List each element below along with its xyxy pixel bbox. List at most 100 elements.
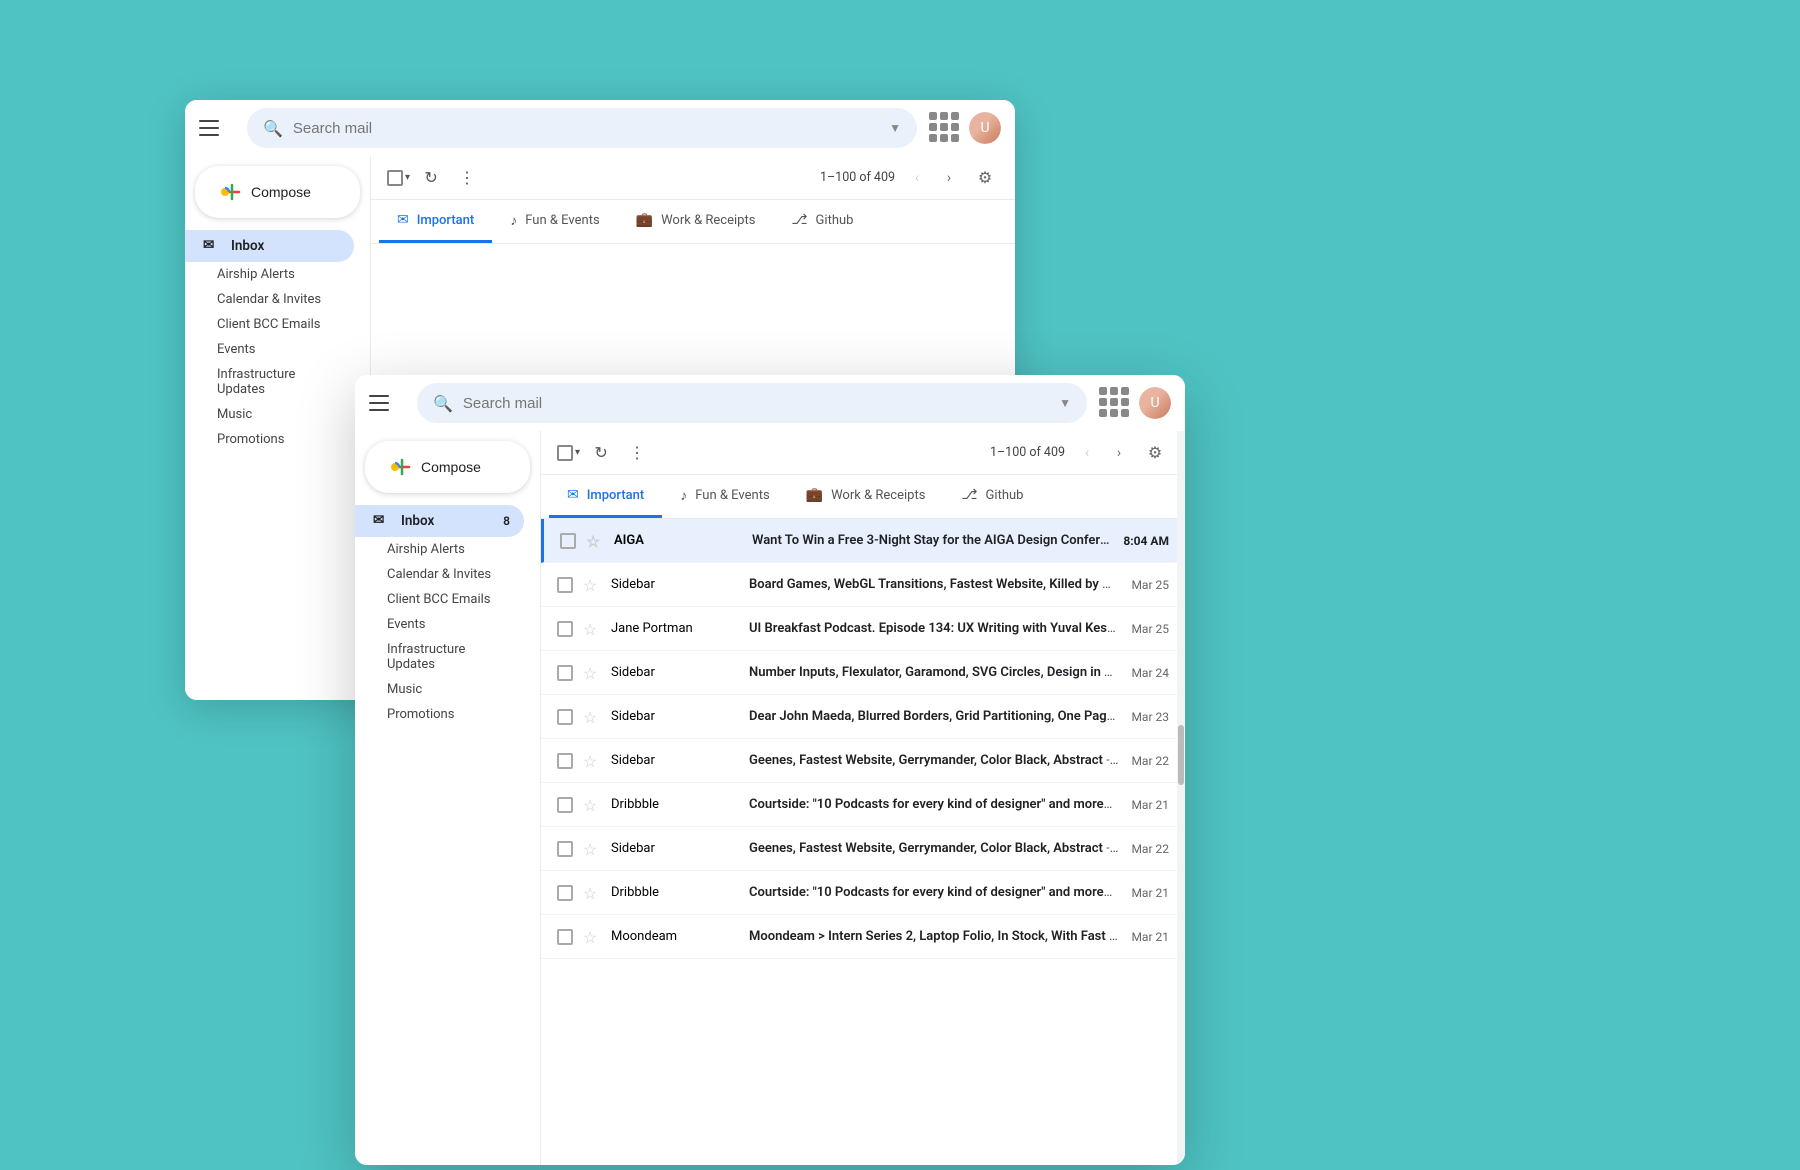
front-prev-page-button[interactable]: ‹ [1073, 439, 1101, 467]
email-row[interactable]: ☆ AIGA Want To Win a Free 3-Night Stay f… [541, 519, 1185, 563]
back-sidebar-item-inbox[interactable]: ✉ Inbox [185, 230, 354, 262]
email-star[interactable]: ☆ [583, 664, 601, 682]
avatar-image: U [969, 112, 1001, 144]
front-settings-button[interactable]: ⚙ [1141, 439, 1169, 467]
back-sidebar-item-client[interactable]: Client BCC Emails [185, 312, 354, 337]
back-tabs-row: ✉ Important ♪ Fun & Events 💼 Work & Rece… [371, 200, 1015, 244]
back-tab-work[interactable]: 💼 Work & Receipts [618, 200, 774, 243]
front-search-dropdown-icon[interactable]: ▼ [1059, 396, 1071, 410]
front-next-page-button[interactable]: › [1105, 439, 1133, 467]
email-sender: Sidebar [611, 577, 741, 592]
email-time: Mar 25 [1131, 578, 1169, 592]
front-sidebar-item-calendar[interactable]: Calendar & Invites [355, 562, 524, 587]
back-select-all-checkbox[interactable]: ▾ [387, 170, 410, 186]
back-sidebar-item-promo[interactable]: Promotions [185, 427, 354, 452]
email-row[interactable]: ☆ Sidebar Dear John Maeda, Blurred Borde… [541, 695, 1185, 739]
email-checkbox[interactable] [557, 577, 573, 593]
front-compose-button[interactable]: Compose [365, 441, 530, 493]
email-checkbox[interactable] [557, 929, 573, 945]
email-row[interactable]: ☆ Sidebar Geenes, Fastest Website, Gerry… [541, 827, 1185, 871]
front-refresh-button[interactable]: ↻ [586, 438, 616, 468]
front-tab-github-label: Github [986, 488, 1024, 503]
front-tab-work-label: Work & Receipts [831, 488, 925, 503]
apps-icon[interactable] [929, 112, 961, 144]
back-search-input[interactable] [293, 120, 881, 137]
front-topbar: 🔍 ▼ U [355, 375, 1185, 431]
back-sidebar-item-infra[interactable]: Infrastructure Updates [185, 362, 354, 402]
front-sidebar-item-inbox[interactable]: ✉ Inbox 8 [355, 505, 524, 537]
front-window: 🔍 ▼ U Compo [355, 375, 1185, 1165]
back-sidebar-item-calendar[interactable]: Calendar & Invites [185, 287, 354, 312]
front-sidebar-item-airship[interactable]: Airship Alerts [355, 537, 524, 562]
email-checkbox[interactable] [557, 797, 573, 813]
email-row[interactable]: ☆ Moondeam Moondeam > Intern Series 2, L… [541, 915, 1185, 959]
front-select-dropdown-arrow[interactable]: ▾ [575, 447, 580, 458]
back-tab-github[interactable]: ⎇ Github [773, 200, 871, 243]
front-sidebar-item-events[interactable]: Events [355, 612, 524, 637]
email-row[interactable]: ☆ Dribbble Courtside: "10 Podcasts for e… [541, 783, 1185, 827]
email-star[interactable]: ☆ [586, 532, 604, 550]
front-sidebar-item-music[interactable]: Music [355, 677, 524, 702]
front-tab-important[interactable]: ✉ Important [549, 475, 662, 518]
back-settings-button[interactable]: ⚙ [971, 164, 999, 192]
back-inbox-label: Inbox [231, 238, 264, 254]
front-sidebar-item-client[interactable]: Client BCC Emails [355, 587, 524, 612]
email-row[interactable]: ☆ Jane Portman UI Breakfast Podcast. Epi… [541, 607, 1185, 651]
email-row[interactable]: ☆ Sidebar Number Inputs, Flexulator, Gar… [541, 651, 1185, 695]
back-tab-github-label: Github [816, 213, 854, 228]
avatar[interactable]: U [969, 112, 1001, 144]
front-email-list[interactable]: ☆ AIGA Want To Win a Free 3-Night Stay f… [541, 519, 1185, 1165]
back-next-page-button[interactable]: › [935, 164, 963, 192]
front-search-bar[interactable]: 🔍 ▼ [417, 383, 1087, 423]
back-tab-important[interactable]: ✉ Important [379, 200, 492, 243]
search-dropdown-icon[interactable]: ▼ [889, 121, 901, 135]
back-search-bar[interactable]: 🔍 ▼ [247, 108, 917, 148]
front-sidebar-item-infra[interactable]: Infrastructure Updates [355, 637, 524, 677]
front-tab-work[interactable]: 💼 Work & Receipts [788, 475, 944, 518]
back-sidebar-item-events[interactable]: Events [185, 337, 354, 362]
front-tab-fun[interactable]: ♪ Fun & Events [662, 475, 787, 518]
email-star[interactable]: ☆ [583, 576, 601, 594]
email-checkbox[interactable] [557, 885, 573, 901]
back-sidebar-item-airship[interactable]: Airship Alerts [185, 262, 354, 287]
email-star[interactable]: ☆ [583, 928, 601, 946]
front-promo-label: Promotions [387, 707, 454, 722]
hamburger-icon[interactable] [199, 114, 227, 142]
back-more-button[interactable]: ⋮ [452, 163, 482, 193]
select-dropdown-arrow[interactable]: ▾ [405, 172, 410, 183]
email-subject: Number Inputs, Flexulator, Garamond, SVG… [749, 665, 1119, 680]
front-hamburger-icon[interactable] [369, 389, 397, 417]
email-checkbox[interactable] [560, 533, 576, 549]
email-checkbox[interactable] [557, 621, 573, 637]
front-more-button[interactable]: ⋮ [622, 438, 652, 468]
front-search-input[interactable] [463, 395, 1051, 412]
back-prev-page-button[interactable]: ‹ [903, 164, 931, 192]
email-row[interactable]: ☆ Dribbble Courtside: "10 Podcasts for e… [541, 871, 1185, 915]
front-tab-github[interactable]: ⎇ Github [943, 475, 1041, 518]
email-checkbox[interactable] [557, 709, 573, 725]
back-topbar: 🔍 ▼ U [185, 100, 1015, 156]
email-time: Mar 25 [1131, 622, 1169, 636]
email-star[interactable]: ☆ [583, 752, 601, 770]
front-inbox-badge: 8 [503, 514, 510, 528]
email-subject: Courtside: "10 Podcasts for every kind o… [749, 797, 1119, 812]
back-refresh-button[interactable]: ↻ [416, 163, 446, 193]
email-star[interactable]: ☆ [583, 796, 601, 814]
email-checkbox[interactable] [557, 841, 573, 857]
front-main-layout: Compose ✉ Inbox 8 Airship Alerts Calenda… [355, 431, 1185, 1165]
email-star[interactable]: ☆ [583, 840, 601, 858]
email-star[interactable]: ☆ [583, 620, 601, 638]
email-star[interactable]: ☆ [583, 884, 601, 902]
back-sidebar-item-music[interactable]: Music [185, 402, 354, 427]
email-row[interactable]: ☆ Sidebar Geenes, Fastest Website, Gerry… [541, 739, 1185, 783]
email-row[interactable]: ☆ Sidebar Board Games, WebGL Transitions… [541, 563, 1185, 607]
front-apps-icon[interactable] [1099, 387, 1131, 419]
front-avatar[interactable]: U [1139, 387, 1171, 419]
email-star[interactable]: ☆ [583, 708, 601, 726]
front-select-all-checkbox[interactable]: ▾ [557, 445, 580, 461]
back-tab-fun[interactable]: ♪ Fun & Events [492, 200, 617, 243]
email-checkbox[interactable] [557, 665, 573, 681]
front-sidebar-item-promo[interactable]: Promotions [355, 702, 524, 727]
email-checkbox[interactable] [557, 753, 573, 769]
back-compose-button[interactable]: Compose [195, 166, 360, 218]
